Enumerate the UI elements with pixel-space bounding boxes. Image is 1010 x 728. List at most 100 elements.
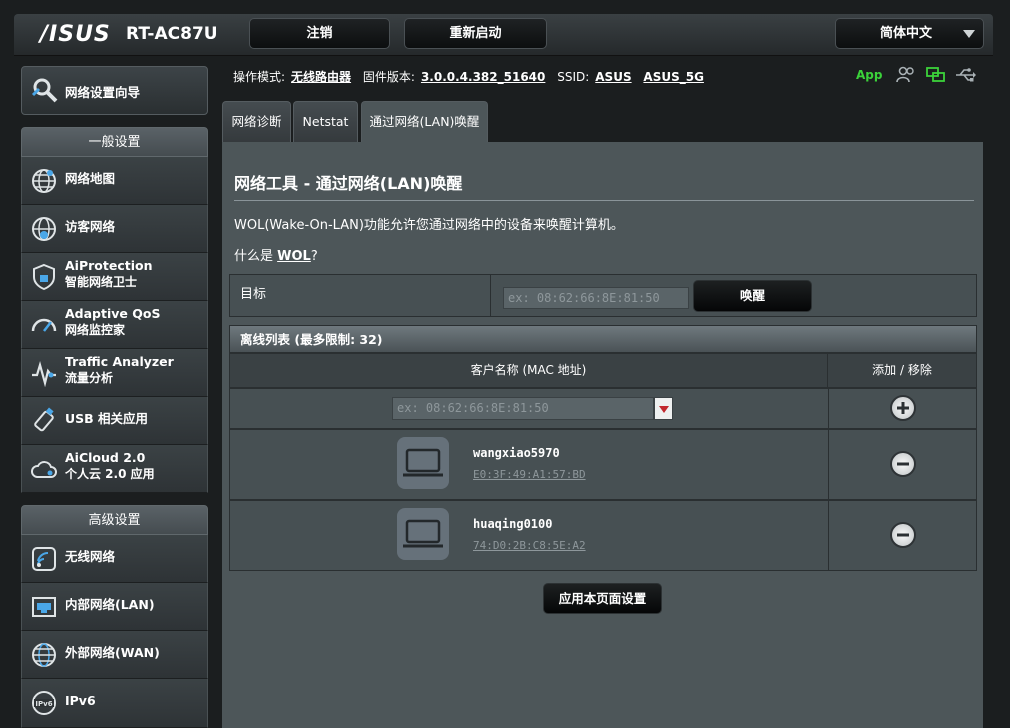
language-value: 简体中文: [880, 26, 933, 41]
sidebar-item-label: 外部网络(WAN): [65, 645, 160, 660]
sidebar-item-network-map[interactable]: 网络地图: [21, 157, 208, 205]
sidebar-item-wireless[interactable]: 无线网络: [21, 535, 208, 583]
sidebar-item-usb-apps[interactable]: USB 相关应用: [21, 397, 208, 445]
sidebar-item-label: Traffic Analyzer: [65, 354, 174, 369]
minus-icon: [897, 533, 909, 537]
offline-list-heading: 离线列表 (最多限制: 32): [229, 325, 977, 353]
language-select[interactable]: 简体中文: [835, 18, 984, 49]
asus-logo[interactable]: /ISUS: [40, 22, 111, 47]
usb-icon[interactable]: [955, 66, 977, 84]
status-line: 操作模式: 无线路由器 固件版本: 3.0.0.4.382_51640 SSID: A…: [233, 68, 706, 85]
page-title: 网络工具 - 通过网络(LAN)唤醒: [234, 174, 463, 193]
sidebar-item-sublabel: 个人云 2.0 应用: [65, 467, 155, 481]
target-mac-input[interactable]: ex: 08:62:66:8E:81:50: [503, 287, 689, 309]
add-remove-column-header: 添加 / 移除: [872, 363, 932, 377]
apply-button[interactable]: 应用本页面设置: [543, 583, 662, 614]
sidebar-item-guest-network[interactable]: 访客网络: [21, 205, 208, 253]
sidebar-item-label: AiProtection: [65, 258, 153, 273]
client-dropdown-button[interactable]: [654, 397, 673, 420]
table-row: huaqing0100 74:D0:2B:C8:5E:A2: [229, 500, 977, 571]
sidebar-item-sublabel: 网络监控家: [65, 323, 126, 337]
table-header: 客户名称 (MAC 地址) 添加 / 移除: [229, 353, 977, 388]
sidebar-item-wan[interactable]: 外部网络(WAN): [21, 631, 208, 679]
app-link[interactable]: App: [856, 68, 882, 82]
network-status-icon[interactable]: [926, 66, 946, 84]
sidebar-item-label: 内部网络(LAN): [65, 597, 155, 612]
wan-globe-icon: [32, 643, 56, 667]
guest-globe-icon: [32, 217, 56, 241]
whatis-prefix: 什么是: [234, 249, 278, 264]
wake-button[interactable]: 唤醒: [693, 280, 812, 312]
setup-wizard-button[interactable]: 网络设置向导: [21, 66, 208, 115]
cloud-icon: [31, 461, 57, 478]
whatis-line: 什么是 WOL?: [234, 245, 318, 264]
wol-link[interactable]: WOL: [277, 249, 311, 264]
target-row: 目标 ex: 08:62:66:8E:81:50 唤醒: [229, 274, 977, 317]
add-client-row: ex: 08:62:66:8E:81:50: [229, 388, 977, 429]
add-button[interactable]: [890, 395, 916, 421]
gauge-icon: [31, 318, 57, 332]
mode-link[interactable]: 无线路由器: [291, 70, 351, 84]
firmware-label: 固件版本:: [362, 70, 415, 84]
clients-icon[interactable]: [896, 66, 916, 84]
ssid-2g-link[interactable]: ASUS: [595, 70, 631, 84]
sidebar-item-traffic-analyzer[interactable]: Traffic Analyzer 流量分析: [21, 349, 208, 397]
remove-button[interactable]: [890, 522, 916, 548]
client-mac[interactable]: 74:D0:2B:C8:5E:A2: [473, 539, 586, 552]
tab-wake-on-lan[interactable]: 通过网络(LAN)唤醒: [361, 101, 488, 142]
client-mac[interactable]: E0:3F:49:A1:57:BD: [473, 468, 586, 481]
firmware-link[interactable]: 3.0.0.4.382_51640: [421, 70, 545, 84]
mode-label: 操作模式:: [233, 70, 286, 84]
sidebar-item-label: 网络地图: [65, 171, 116, 186]
sidebar-item-label: IPv6: [65, 693, 96, 708]
column-divider: [828, 501, 829, 570]
globe-icon: [32, 169, 56, 193]
sidebar-item-label: 无线网络: [65, 549, 116, 564]
tab-network-diagnostics[interactable]: 网络诊断: [222, 101, 291, 142]
client-device: [397, 437, 449, 489]
whatis-suffix: ?: [310, 249, 318, 264]
tab-netstat[interactable]: Netstat: [293, 101, 358, 142]
ipv6-globe-icon: IPv6: [32, 691, 56, 715]
table-row: wangxiao5970 E0:3F:49:A1:57:BD: [229, 429, 977, 500]
target-label: 目标: [230, 275, 491, 316]
column-divider: [828, 430, 829, 499]
plus-icon: [897, 402, 909, 414]
general-settings-heading: 一般设置: [21, 127, 208, 157]
logout-button[interactable]: 注销: [249, 18, 390, 49]
sidebar-item-lan[interactable]: 内部网络(LAN): [21, 583, 208, 631]
wizard-icon: [31, 78, 58, 103]
remove-button[interactable]: [890, 451, 916, 477]
chevron-down-icon: [963, 30, 975, 38]
svg-text:IPv6: IPv6: [35, 700, 52, 708]
setup-wizard-label: 网络设置向导: [65, 85, 141, 100]
sidebar-item-sublabel: 流量分析: [65, 371, 114, 385]
sidebar-item-label: AiCloud 2.0: [65, 450, 146, 465]
sidebar-item-aiprotection[interactable]: AiProtection 智能网络卫士: [21, 253, 208, 301]
shield-icon: [33, 263, 55, 291]
ssid-5g-link[interactable]: ASUS_5G: [643, 70, 704, 84]
ssid-label: SSID:: [557, 70, 590, 84]
laptop-icon: [403, 448, 443, 477]
column-divider: [828, 389, 829, 428]
reboot-button[interactable]: 重新启动: [404, 18, 547, 49]
laptop-icon: [403, 519, 443, 548]
sidebar-item-ipv6[interactable]: IPv6 IPv6: [21, 679, 208, 728]
advanced-settings-heading: 高级设置: [21, 505, 208, 535]
minus-icon: [897, 462, 909, 466]
client-name: wangxiao5970: [473, 446, 560, 460]
client-device: [397, 508, 449, 560]
sidebar-item-label: 访客网络: [65, 219, 116, 234]
sidebar-item-label: Adaptive QoS: [65, 306, 161, 321]
sidebar-item-sublabel: 智能网络卫士: [65, 275, 138, 289]
sidebar-item-aicloud[interactable]: AiCloud 2.0 个人云 2.0 应用: [21, 445, 208, 493]
pulse-icon: [32, 361, 56, 387]
client-name-column-header: 客户名称 (MAC 地址): [230, 354, 828, 387]
sidebar-item-label: USB 相关应用: [65, 411, 149, 426]
lan-port-icon: [32, 597, 56, 617]
page-description: WOL(Wake-On-LAN)功能允许您通过网络中的设备来唤醒计算机。: [234, 218, 624, 233]
client-mac-input[interactable]: ex: 08:62:66:8E:81:50: [392, 397, 654, 420]
sidebar-item-adaptive-qos[interactable]: Adaptive QoS 网络监控家: [21, 301, 208, 349]
title-divider: [234, 200, 974, 201]
usb-stick-icon: [34, 407, 54, 432]
